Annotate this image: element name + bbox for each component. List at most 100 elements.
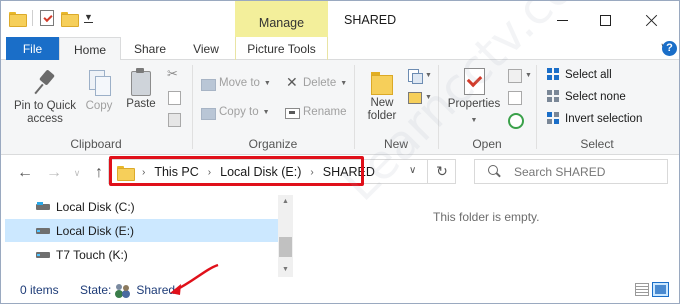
delete-button[interactable]: Delete ▼ bbox=[285, 74, 347, 91]
maximize-button[interactable] bbox=[592, 8, 618, 32]
properties-chevron-down-icon: ▼ bbox=[470, 117, 478, 124]
minimize-button[interactable] bbox=[549, 8, 575, 32]
sharing-state: State: Shared bbox=[80, 283, 175, 297]
scroll-down-arrow-icon[interactable]: ▼ bbox=[278, 263, 293, 277]
history-icon bbox=[507, 112, 524, 129]
search-icon bbox=[488, 165, 500, 177]
details-view-icon[interactable] bbox=[635, 283, 649, 296]
ribbon: Pin to Quick access Copy Paste Clipboard… bbox=[1, 60, 679, 155]
scroll-up-arrow-icon[interactable]: ▲ bbox=[278, 195, 293, 209]
item-count: 0 items bbox=[20, 283, 59, 297]
properties-icon[interactable] bbox=[40, 10, 54, 26]
select-all-label: Select all bbox=[565, 69, 612, 81]
copy-to-label: Copy to bbox=[219, 106, 259, 118]
tab-view[interactable]: View bbox=[179, 37, 233, 60]
tree-item-local-disk-c[interactable]: Local Disk (C:) bbox=[5, 195, 278, 218]
properties-button[interactable]: Properties ▼ bbox=[443, 68, 505, 127]
tree-item-label: T7 Touch (K:) bbox=[56, 247, 128, 262]
edit-icon bbox=[507, 90, 522, 105]
move-to-icon bbox=[201, 76, 216, 91]
history-button[interactable] bbox=[507, 112, 524, 129]
state-label: State: bbox=[80, 283, 112, 297]
maximize-icon bbox=[599, 14, 611, 26]
move-to-button[interactable]: Move to ▼ bbox=[201, 76, 271, 91]
paste-button[interactable]: Paste bbox=[123, 68, 159, 111]
copy-label: Copy bbox=[85, 100, 113, 112]
pin-to-quick-access-button[interactable]: Pin to Quick access bbox=[9, 70, 81, 126]
file-list-pane[interactable]: This folder is empty. bbox=[293, 195, 679, 277]
back-arrow-icon[interactable]: ← bbox=[15, 163, 35, 183]
paste-shortcut-icon bbox=[167, 112, 181, 127]
cut-button[interactable] bbox=[167, 66, 181, 82]
select-all-button[interactable]: Select all bbox=[547, 68, 612, 82]
copy-to-icon bbox=[201, 105, 216, 120]
tree-item-t7-touch-k[interactable]: T7 Touch (K:) bbox=[5, 243, 278, 266]
pin-label-line1: Pin to Quick bbox=[14, 100, 76, 112]
select-all-icon bbox=[547, 68, 561, 82]
select-none-button[interactable]: Select none bbox=[547, 90, 626, 104]
new-folder-icon[interactable] bbox=[61, 11, 79, 27]
tree-item-local-disk-e[interactable]: Local Disk (E:) bbox=[5, 219, 278, 242]
open-button[interactable]: ▼ bbox=[507, 68, 532, 83]
tab-home[interactable]: Home bbox=[59, 37, 121, 61]
copy-to-button[interactable]: Copy to ▼ bbox=[201, 105, 270, 120]
annotation-highlight-box bbox=[109, 156, 364, 186]
copy-path-button[interactable] bbox=[167, 90, 181, 105]
navigation-pane-scrollbar[interactable]: ▲ ▼ bbox=[278, 195, 293, 277]
pin-label-line2: access bbox=[27, 113, 63, 125]
easy-access-chevron-down-icon: ▼ bbox=[425, 93, 432, 101]
help-icon[interactable]: ? bbox=[662, 41, 677, 56]
copy-to-chevron-down-icon: ▼ bbox=[262, 108, 270, 116]
ribbon-group-select: Select all Select none Invert selection … bbox=[537, 60, 657, 155]
forward-arrow-icon[interactable]: → bbox=[44, 163, 64, 183]
pin-icon bbox=[33, 70, 57, 96]
refresh-icon[interactable]: ↻ bbox=[427, 160, 456, 183]
invert-selection-button[interactable]: Invert selection bbox=[547, 112, 642, 126]
copy-path-icon bbox=[167, 90, 181, 105]
explorer-window: ▼ Manage SHARED File Home Share View Pic… bbox=[0, 0, 680, 304]
move-to-label: Move to bbox=[219, 77, 260, 89]
search-box[interactable]: Search SHARED bbox=[474, 159, 668, 184]
group-label-select: Select bbox=[580, 137, 614, 151]
rename-label: Rename bbox=[303, 106, 347, 118]
close-button[interactable] bbox=[638, 8, 664, 32]
new-item-chevron-down-icon: ▼ bbox=[425, 71, 432, 79]
delete-label: Delete bbox=[303, 77, 337, 89]
drive-icon bbox=[36, 226, 50, 235]
folder-icon bbox=[9, 11, 27, 27]
empty-folder-message: This folder is empty. bbox=[433, 210, 540, 224]
ribbon-group-open: Properties ▼ ▼ Open bbox=[439, 60, 535, 155]
new-folder-button[interactable]: New folder bbox=[361, 70, 403, 123]
tab-manage[interactable]: Manage bbox=[235, 1, 328, 37]
scissors-icon bbox=[167, 66, 181, 82]
ribbon-group-new: New folder ▼ ▼ New bbox=[355, 60, 437, 155]
address-history-chevron-down-icon[interactable]: ∨ bbox=[409, 165, 416, 176]
large-icons-view-icon[interactable] bbox=[652, 282, 669, 297]
invert-selection-icon bbox=[547, 112, 561, 126]
easy-access-icon bbox=[407, 90, 422, 104]
easy-access-button[interactable]: ▼ bbox=[407, 90, 432, 104]
recent-locations-chevron-down-icon[interactable]: ∨ bbox=[67, 163, 87, 183]
select-none-label: Select none bbox=[565, 91, 626, 103]
scrollbar-thumb[interactable] bbox=[279, 237, 292, 257]
tab-share[interactable]: Share bbox=[123, 37, 177, 60]
drive-icon bbox=[36, 250, 50, 259]
up-arrow-icon[interactable]: ↑ bbox=[89, 163, 109, 183]
customize-toolbar-chevron-down-icon[interactable]: ▼ bbox=[84, 13, 93, 23]
tab-picture-tools[interactable]: Picture Tools bbox=[235, 37, 328, 60]
delete-icon bbox=[285, 74, 299, 91]
edit-button[interactable] bbox=[507, 90, 522, 105]
tab-file[interactable]: File bbox=[6, 37, 59, 60]
rename-button[interactable]: Rename bbox=[285, 105, 346, 119]
properties-label: Properties bbox=[447, 98, 501, 110]
new-folder-label-line2: folder bbox=[367, 110, 397, 122]
new-item-button[interactable]: ▼ bbox=[407, 68, 432, 84]
search-input[interactable]: Search SHARED bbox=[514, 165, 605, 179]
new-folder-icon bbox=[369, 70, 395, 95]
group-label-open: Open bbox=[472, 137, 502, 151]
paste-shortcut-button[interactable] bbox=[167, 112, 181, 127]
ribbon-tabs: File Home Share View Picture Tools ∨ ? bbox=[1, 37, 679, 61]
drive-icon bbox=[36, 202, 50, 211]
copy-button[interactable]: Copy bbox=[83, 70, 115, 113]
tree-item-label: Local Disk (C:) bbox=[56, 199, 135, 214]
